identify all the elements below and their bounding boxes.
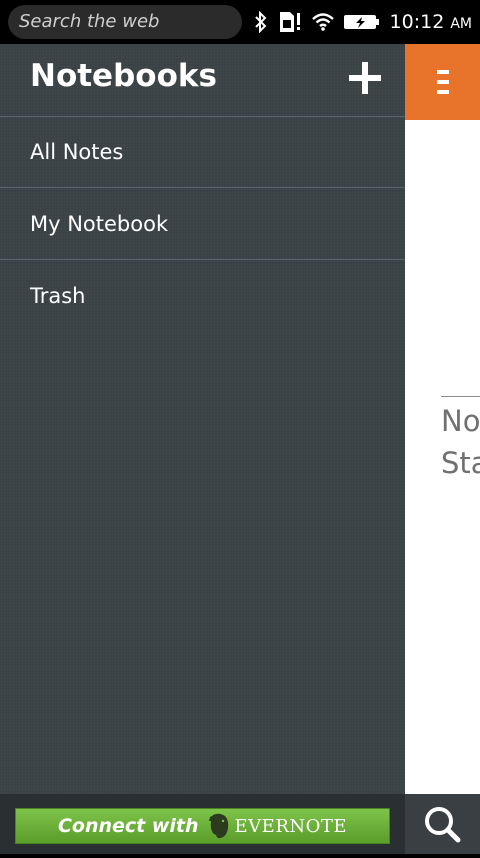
battery-charging-icon: [343, 15, 379, 29]
content-divider: [441, 396, 480, 397]
add-notebook-button[interactable]: [349, 62, 381, 94]
search-button[interactable]: [405, 794, 480, 854]
wifi-icon: [311, 13, 334, 31]
status-icons: 10:12 AM: [254, 0, 472, 44]
clock-ampm: AM: [450, 16, 472, 32]
sim-alert-icon: [279, 12, 300, 32]
notebook-item-label: All Notes: [30, 140, 124, 164]
web-search-field[interactable]: Search the web: [8, 5, 242, 39]
drawer-title: Notebooks: [30, 58, 217, 94]
drawer-header: Notebooks: [0, 44, 405, 117]
notebooks-drawer: Notebooks All Notes My Notebook Trash: [0, 44, 405, 794]
connect-label: Connect with: [57, 815, 199, 837]
menu-button[interactable]: [405, 44, 480, 120]
bottom-bar: Connect with EVERNOTE: [0, 794, 480, 854]
notebook-item-label: My Notebook: [30, 212, 169, 236]
empty-message-line-1: No: [441, 404, 480, 438]
evernote-brand-label: EVERNOTE: [234, 815, 348, 837]
notebook-item-my-notebook[interactable]: My Notebook: [0, 189, 405, 260]
clock-time: 10:12: [389, 11, 445, 33]
notebook-item-all-notes[interactable]: All Notes: [0, 117, 405, 188]
status-bar: Search the web 10:12 AM: [0, 0, 480, 44]
connect-evernote-button[interactable]: Connect with EVERNOTE: [15, 808, 390, 844]
empty-message-line-2: Sta: [441, 446, 480, 480]
evernote-elephant-icon: [208, 813, 228, 839]
bluetooth-icon: [254, 11, 266, 33]
clock: 10:12 AM: [390, 11, 472, 33]
search-icon: [425, 807, 461, 843]
notebook-item-label: Trash: [30, 284, 86, 308]
notebook-item-trash[interactable]: Trash: [0, 261, 405, 332]
main-content-peek: No Sta: [405, 44, 480, 794]
